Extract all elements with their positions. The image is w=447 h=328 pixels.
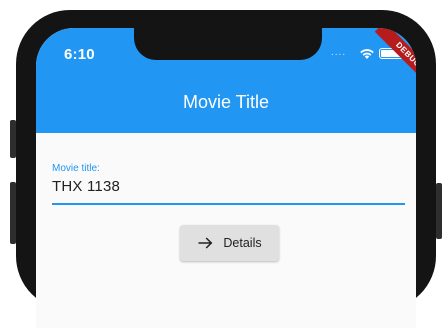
status-time: 6:10 — [64, 46, 95, 63]
app-bar-title: Movie Title — [182, 92, 270, 112]
wifi-icon — [360, 49, 374, 59]
phone-notch — [134, 28, 322, 60]
phone-screen: 6:10 .... Movie Title DEBUG Movie title:… — [36, 28, 416, 328]
signal-dots: .... — [331, 47, 347, 58]
arrow-forward-icon — [198, 237, 213, 249]
input-underline — [52, 203, 405, 205]
details-button[interactable]: Details — [180, 225, 279, 261]
movie-title-input[interactable]: THX 1138 — [52, 178, 120, 195]
movie-title-label: Movie title: — [52, 163, 100, 174]
phone-frame: 6:10 .... Movie Title DEBUG Movie title:… — [16, 10, 436, 328]
details-button-label: Details — [223, 236, 262, 250]
phone-power-button — [436, 183, 442, 239]
